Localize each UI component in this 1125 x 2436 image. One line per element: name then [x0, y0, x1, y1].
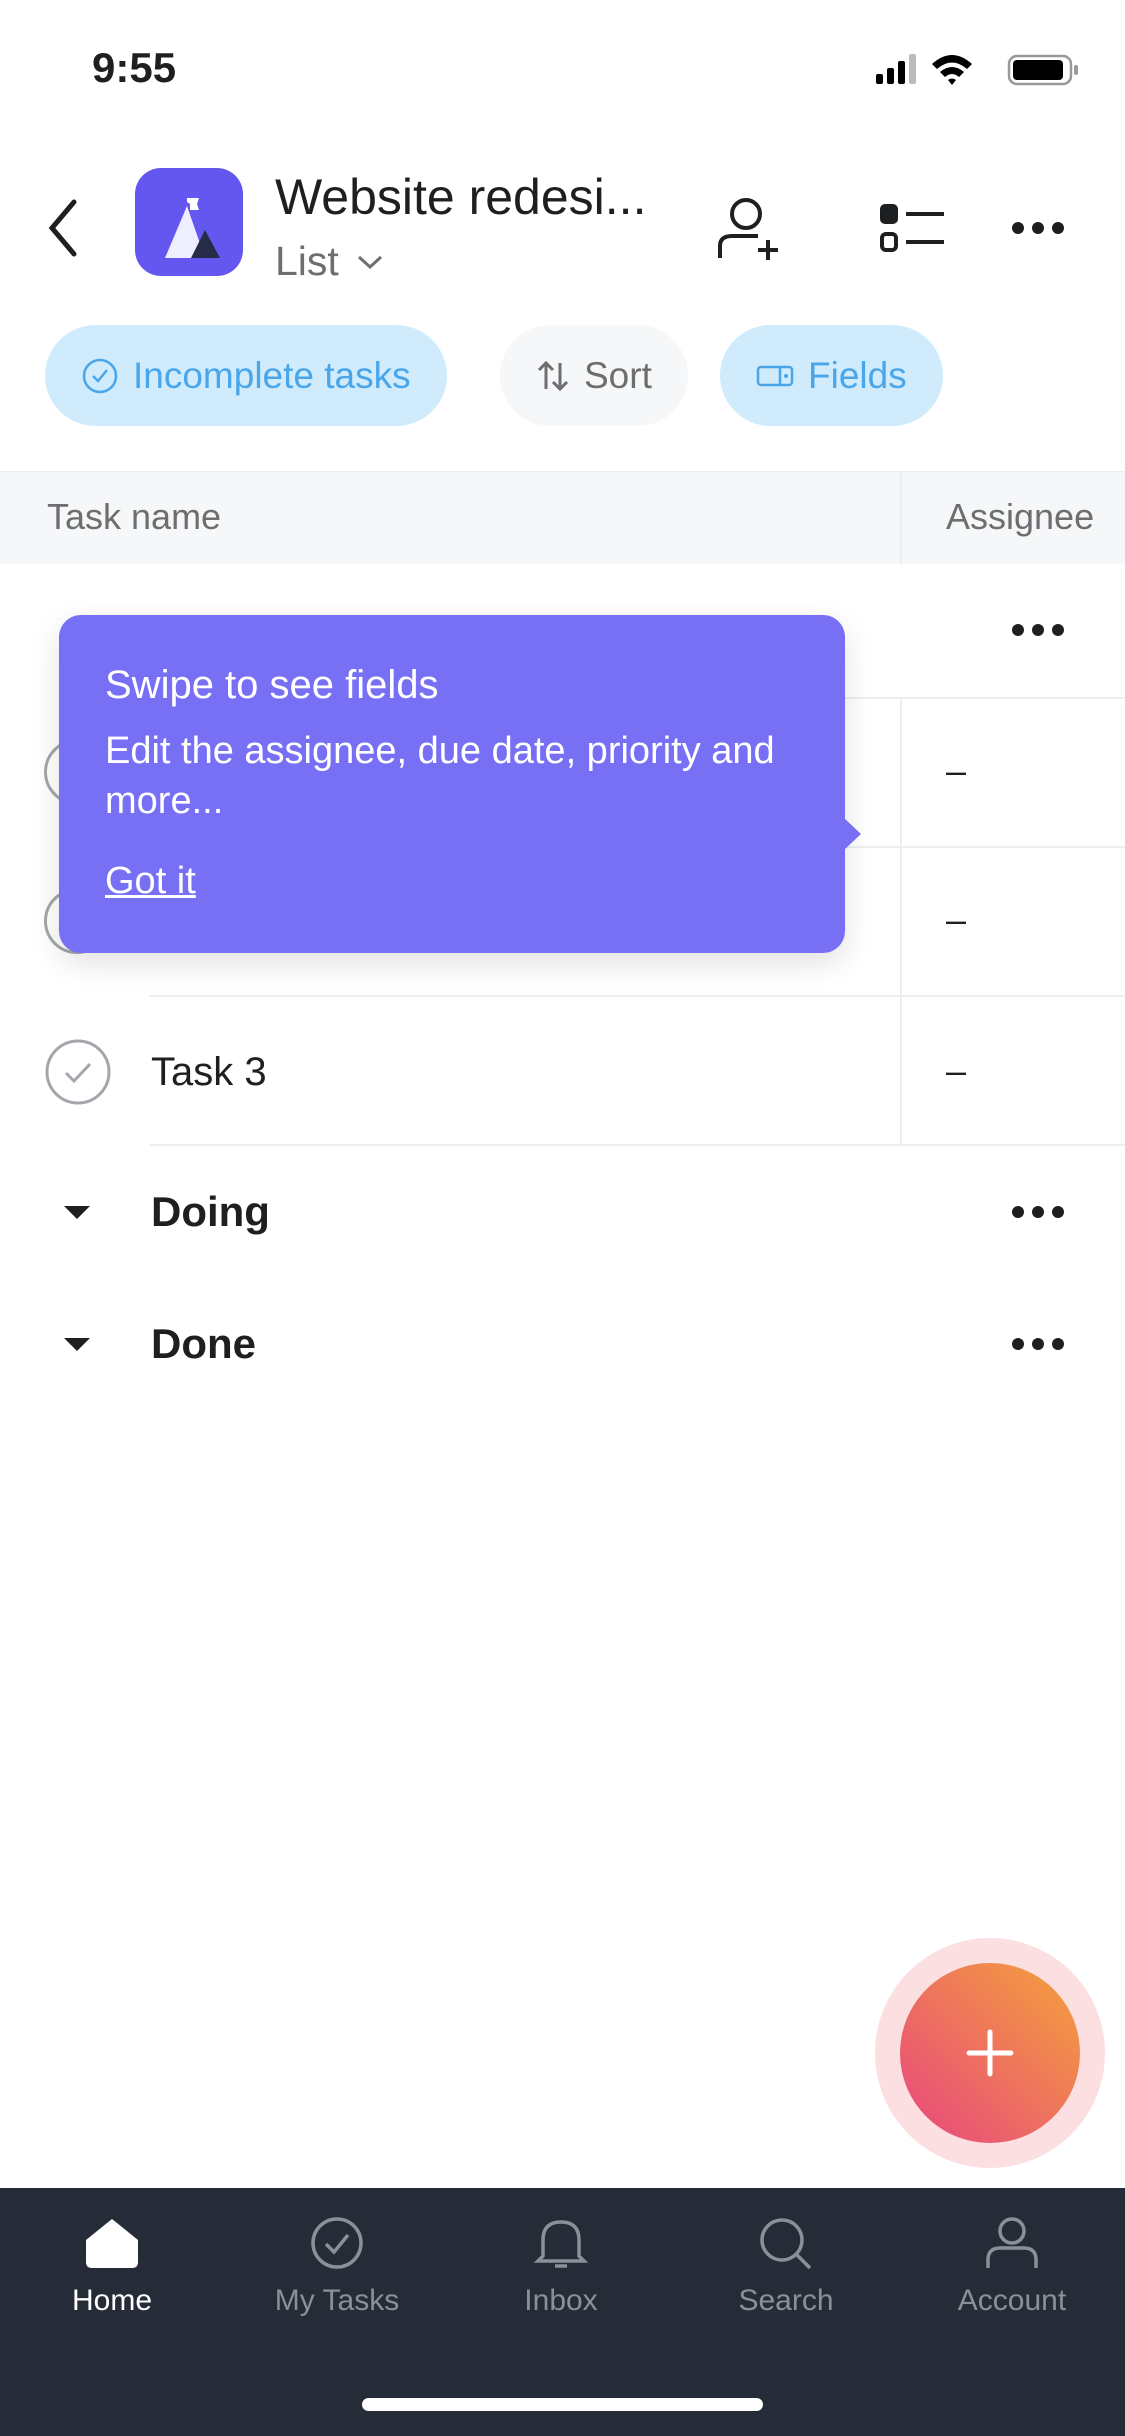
column-task-name[interactable]: Task name — [47, 496, 221, 538]
section-more-button[interactable] — [1012, 1206, 1064, 1218]
tooltip-title: Swipe to see fields — [105, 663, 439, 707]
tab-account[interactable]: Account — [912, 2216, 1112, 2318]
bell-icon — [533, 2220, 589, 2268]
project-icon — [135, 168, 243, 276]
home-icon — [86, 2219, 138, 2268]
caret-down-icon[interactable] — [64, 1338, 90, 1351]
assignee-cell[interactable]: – — [946, 750, 966, 792]
add-member-button[interactable] — [716, 196, 782, 262]
more-button[interactable] — [1012, 222, 1064, 234]
tab-my-tasks[interactable]: My Tasks — [237, 2216, 437, 2318]
fields-chip[interactable]: Fields — [720, 325, 943, 426]
chip-label: Sort — [584, 354, 652, 396]
sort-icon — [537, 360, 569, 391]
view-switcher[interactable]: List — [275, 238, 383, 285]
fields-icon — [756, 365, 794, 386]
tooltip-body: Edit the assignee, due date, priority an… — [105, 730, 775, 822]
assignee-cell[interactable]: – — [946, 899, 966, 941]
chevron-down-icon — [357, 255, 382, 269]
complete-checkbox[interactable] — [44, 1038, 112, 1106]
person-icon — [986, 2217, 1038, 2268]
add-task-fab[interactable] — [900, 1963, 1080, 2143]
tab-label: Home — [71, 2284, 153, 2317]
customize-button[interactable] — [878, 202, 946, 254]
table-header: Task name Assignee — [0, 471, 1125, 565]
section-more-button[interactable] — [1012, 1338, 1064, 1350]
chip-label: Incomplete tasks — [133, 354, 411, 396]
caret-down-icon[interactable] — [64, 1206, 90, 1219]
sort-chip[interactable]: Sort — [500, 325, 688, 426]
section-more-button[interactable] — [1012, 624, 1064, 636]
tab-label: My Tasks — [274, 2284, 400, 2317]
tab-search[interactable]: Search — [686, 2216, 886, 2318]
swipe-tooltip: Swipe to see fields Edit the assignee, d… — [59, 615, 861, 953]
status-icons — [876, 54, 1078, 86]
assignee-cell[interactable]: – — [946, 1050, 966, 1092]
search-icon — [760, 2218, 812, 2270]
check-circle-icon — [311, 2217, 363, 2269]
chip-label: Fields — [808, 354, 907, 396]
tab-label: Account — [957, 2284, 1067, 2317]
filter-incomplete-chip[interactable]: Incomplete tasks — [45, 325, 447, 426]
task-name[interactable]: Task 3 — [151, 1050, 267, 1095]
got-it-button[interactable]: Got it — [105, 860, 196, 903]
tab-home[interactable]: Home — [12, 2216, 212, 2318]
status-time: 9:55 — [92, 44, 177, 91]
tab-inbox[interactable]: Inbox — [461, 2216, 661, 2318]
view-label: List — [275, 238, 339, 284]
tab-label: Inbox — [524, 2284, 598, 2317]
section-title: Done — [151, 1320, 256, 1367]
section-title: Doing — [151, 1188, 270, 1235]
column-assignee[interactable]: Assignee — [946, 496, 1094, 538]
check-circle-icon — [82, 358, 118, 393]
project-title: Website redesi... — [275, 169, 647, 225]
plus-icon — [966, 2029, 1014, 2077]
back-button[interactable] — [44, 198, 80, 258]
home-indicator — [362, 2398, 763, 2411]
tab-label: Search — [738, 2284, 834, 2317]
